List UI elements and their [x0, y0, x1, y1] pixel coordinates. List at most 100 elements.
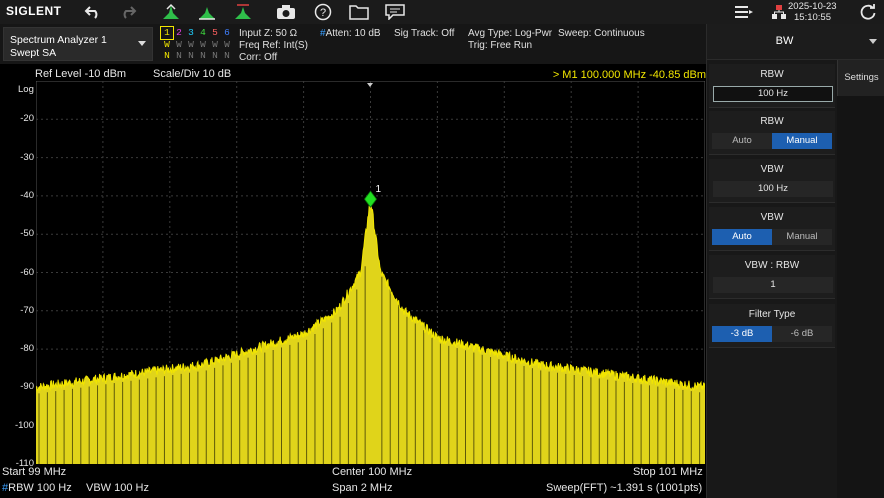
rbw-auto-option[interactable]: Auto — [712, 133, 772, 149]
rbw-label: RBW — [760, 69, 784, 80]
panel-softkeys: RBW 100 Hz RBW Auto Manual VBW 100 Hz VB… — [707, 60, 837, 498]
trace-type-4: W — [200, 38, 206, 50]
vbw-mode-label: VBW — [760, 212, 784, 223]
status-info-bar: Spectrum Analyzer 1 Swept SA 123456 WWWW… — [0, 24, 706, 64]
trace-number-3: 3 — [188, 27, 194, 38]
y-tick-label: -90 — [20, 381, 34, 393]
sig-track: Sig Track: Off — [394, 28, 455, 39]
bw-menu-panel: BW RBW 100 Hz RBW Auto Manual VBW 100 Hz… — [706, 24, 884, 498]
filter-3db-option[interactable]: -3 dB — [712, 326, 772, 342]
top-toolbar: SIGLENT ? 2025-10-23 15:10:55 — [0, 0, 884, 24]
datetime: 2025-10-23 15:10:55 — [788, 1, 837, 23]
date-text: 2025-10-23 — [788, 1, 837, 12]
span-readout[interactable]: Span 2 MHz — [332, 482, 393, 494]
marker-readout[interactable]: > M1 100.000 MHz -40.85 dBm — [553, 69, 706, 81]
scale-div[interactable]: Scale/Div 10 dB — [153, 68, 231, 80]
freq-ref: Freq Ref: Int(S) — [239, 40, 308, 51]
marker-1-label: 1 — [376, 184, 382, 195]
brand-logo: SIGLENT — [6, 4, 62, 18]
folder-icon[interactable] — [348, 2, 370, 22]
trace-number-5: 5 — [212, 27, 218, 38]
trace-detector-4: N — [200, 50, 206, 61]
ratio-input[interactable]: 1 — [713, 277, 833, 293]
y-tick-label: -60 — [20, 266, 34, 278]
camera-icon[interactable] — [275, 2, 297, 22]
vbw-auto-option[interactable]: Auto — [712, 229, 772, 245]
ref-level[interactable]: Ref Level -10 dBm — [35, 68, 126, 80]
menu-list-icon[interactable] — [733, 2, 755, 22]
redo-icon[interactable] — [117, 2, 139, 22]
trace-detector-2: N — [176, 50, 182, 61]
correction: Corr: Off — [239, 52, 278, 63]
help-icon[interactable]: ? — [312, 2, 334, 22]
trace-type-3: W — [188, 38, 194, 50]
rbw-manual-option[interactable]: Manual — [772, 133, 832, 149]
y-tick-label: -40 — [20, 189, 34, 201]
panel-title: BW — [775, 35, 794, 47]
ratio-group[interactable]: VBW : RBW 1 — [709, 255, 835, 299]
ratio-label: VBW : RBW — [744, 260, 800, 271]
y-tick-label: -70 — [20, 304, 34, 316]
trace-type-1: W — [164, 38, 170, 50]
trace-detector-6: N — [224, 50, 230, 61]
marker-to-center-icon[interactable] — [196, 2, 218, 22]
time-text: 15:10:55 — [794, 12, 831, 23]
atten-settings: #Atten: 10 dB — [320, 28, 381, 40]
stop-freq[interactable]: Stop 101 MHz — [633, 466, 703, 478]
sweep-time-readout[interactable]: Sweep(FFT) ~1.391 s (1001pts) — [546, 482, 702, 494]
trace-number-1: 1 — [160, 26, 174, 40]
trace-detector-3: N — [188, 50, 194, 61]
mode-sweep-type: Swept SA — [10, 47, 57, 59]
vbw-readout[interactable]: VBW 100 Hz — [86, 482, 149, 494]
vbw-manual-option[interactable]: Manual — [772, 229, 832, 245]
vbw-label: VBW — [760, 164, 784, 175]
y-tick-label: -20 — [20, 113, 34, 125]
scale-type-label: Log — [18, 84, 34, 95]
trigger: Trig: Free Run — [468, 40, 533, 51]
trace-type-6: W — [224, 38, 230, 50]
start-freq[interactable]: Start 99 MHz — [2, 466, 66, 478]
trace-detector-5: N — [212, 50, 218, 61]
rbw-text: RBW 100 Hz — [8, 482, 72, 494]
panel-header[interactable]: BW — [707, 24, 884, 60]
trace-type-5: W — [212, 38, 218, 50]
filter-6db-option[interactable]: -6 dB — [772, 326, 832, 342]
trace-number-4: 4 — [200, 27, 206, 38]
vbw-mode-group: VBW Auto Manual — [709, 207, 835, 251]
svg-text:?: ? — [320, 7, 326, 19]
sweep-mode: Sweep: Continuous — [558, 28, 645, 39]
rbw-group[interactable]: RBW 100 Hz — [709, 64, 835, 108]
sweep-settings: Sweep: Continuous — [558, 28, 645, 40]
message-icon[interactable] — [384, 2, 406, 22]
mode-selector[interactable]: Spectrum Analyzer 1 Swept SA — [3, 27, 153, 61]
input-impedance: Input Z: 50 Ω — [239, 28, 298, 39]
avg-trig-settings: Avg Type: Log-Pwr Trig: Free Run — [468, 28, 552, 52]
trace-number-6: 6 — [224, 27, 230, 38]
chevron-down-icon — [869, 39, 877, 44]
sig-track-settings: Sig Track: Off — [394, 28, 454, 40]
settings-tab[interactable]: Settings — [837, 60, 884, 96]
reset-icon[interactable] — [857, 2, 879, 22]
center-freq[interactable]: Center 100 MHz — [332, 466, 412, 478]
marker-to-ref-icon[interactable] — [232, 2, 254, 22]
y-tick-label: -50 — [20, 228, 34, 240]
chevron-down-icon — [138, 41, 146, 46]
vbw-group[interactable]: VBW 100 Hz — [709, 159, 835, 203]
spectrum-plot[interactable]: 1 — [36, 81, 705, 464]
undo-icon[interactable] — [82, 2, 104, 22]
rbw-mode-group: RBW Auto Manual — [709, 111, 835, 155]
filter-type-group: Filter Type -3 dB -6 dB — [709, 304, 835, 348]
trace-detector-1: N — [164, 50, 170, 61]
network-icon[interactable] — [768, 2, 790, 22]
peak-search-icon[interactable] — [160, 2, 182, 22]
rbw-input[interactable]: 100 Hz — [713, 86, 833, 102]
attenuation: Atten: 10 dB — [325, 28, 381, 39]
rbw-readout[interactable]: #RBW 100 Hz — [2, 482, 72, 494]
rbw-mode-label: RBW — [760, 116, 784, 127]
trace-number-2: 2 — [176, 27, 182, 38]
y-tick-label: -30 — [20, 151, 34, 163]
y-tick-label: -80 — [20, 343, 34, 355]
vbw-input[interactable]: 100 Hz — [713, 181, 833, 197]
trace-status-grid[interactable]: 123456 WWWWWW NNNNNN — [160, 26, 233, 62]
mode-name: Spectrum Analyzer 1 — [10, 34, 107, 46]
